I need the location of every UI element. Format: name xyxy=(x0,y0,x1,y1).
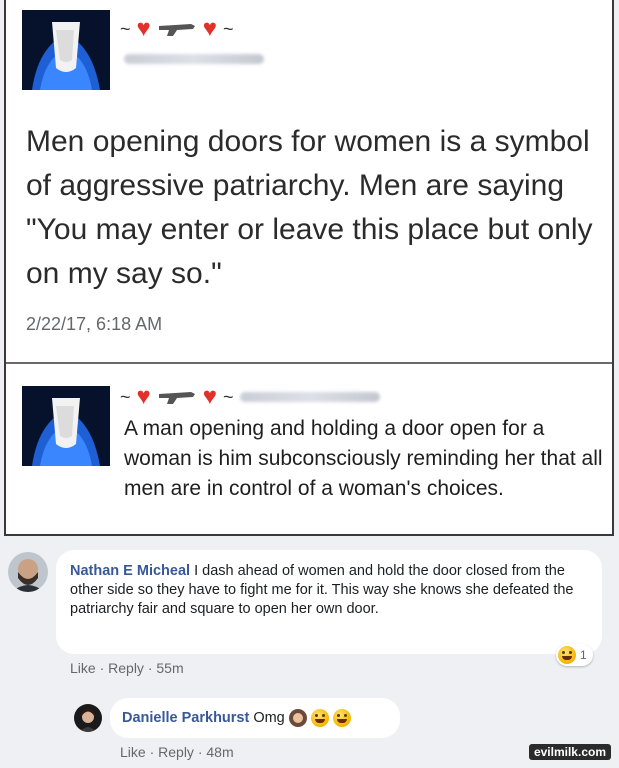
comment-bubble: Danielle Parkhurst Omg xyxy=(110,698,400,738)
post-body-text: Men opening doors for women is a symbol … xyxy=(26,125,593,290)
blurred-handle xyxy=(239,392,380,402)
name-tilde: ~ xyxy=(223,18,234,39)
reaction-count: 1 xyxy=(580,648,587,662)
comment-text: Danielle Parkhurst Omg xyxy=(122,708,388,728)
gun-icon xyxy=(158,392,195,404)
heart-icon: ♥ xyxy=(202,383,218,410)
reaction-summary[interactable]: 1 xyxy=(556,644,593,666)
avatar-image xyxy=(22,10,110,90)
reply-author-avatar[interactable] xyxy=(22,386,110,466)
gun-icon xyxy=(158,24,195,36)
commenter-avatar[interactable] xyxy=(8,552,48,592)
reply-body-text: A man opening and holding a door open fo… xyxy=(124,417,603,500)
comment-text: Nathan E Micheal I dash ahead of women a… xyxy=(70,562,588,619)
comment-actions: Like · Reply · 55m xyxy=(70,660,184,676)
reply-link[interactable]: Reply xyxy=(108,660,144,676)
reply-link[interactable]: Reply xyxy=(158,744,194,760)
comment-author-link[interactable]: Nathan E Micheal xyxy=(70,563,190,579)
heart-icon: ♥ xyxy=(202,15,218,42)
reply-author-name[interactable]: ~ ♥ ♥ ~ xyxy=(120,382,380,412)
avatar-image xyxy=(22,386,110,466)
watermark: evilmilk.com xyxy=(528,744,611,760)
avatar-image xyxy=(74,704,102,732)
comment-time[interactable]: 48m xyxy=(206,744,233,760)
post-author-avatar[interactable] xyxy=(22,10,110,90)
heart-icon: ♥ xyxy=(136,383,151,410)
comment-body: Omg xyxy=(253,710,285,726)
comment-author-link[interactable]: Danielle Parkhurst xyxy=(122,708,249,728)
commenter-avatar[interactable] xyxy=(74,704,102,732)
post-author-name[interactable]: ~ ♥ ♥ ~ xyxy=(120,14,234,44)
comment-actions: Like · Reply · 48m xyxy=(120,744,234,760)
post-divider xyxy=(6,362,612,364)
blurred-handle xyxy=(124,54,264,64)
name-tilde: ~ xyxy=(120,386,131,407)
avatar-image xyxy=(8,552,48,592)
laughing-emoji-icon xyxy=(310,709,329,727)
comment-bubble: Nathan E Micheal I dash ahead of women a… xyxy=(56,550,602,654)
like-link[interactable]: Like xyxy=(70,660,96,676)
comment-time[interactable]: 55m xyxy=(156,660,183,676)
name-tilde: ~ xyxy=(223,386,234,407)
post-timestamp[interactable]: 2/22/17, 6:18 AM xyxy=(26,314,162,335)
heart-icon: ♥ xyxy=(136,15,151,42)
original-post-card: ~ ♥ ♥ ~ Men opening doors for women is a… xyxy=(4,0,614,536)
like-link[interactable]: Like xyxy=(120,744,146,760)
haha-emoji-icon xyxy=(558,646,576,664)
name-tilde: ~ xyxy=(120,18,131,39)
laughing-emoji-icon xyxy=(332,709,351,727)
woman-facepalm-emoji-icon xyxy=(288,709,307,727)
